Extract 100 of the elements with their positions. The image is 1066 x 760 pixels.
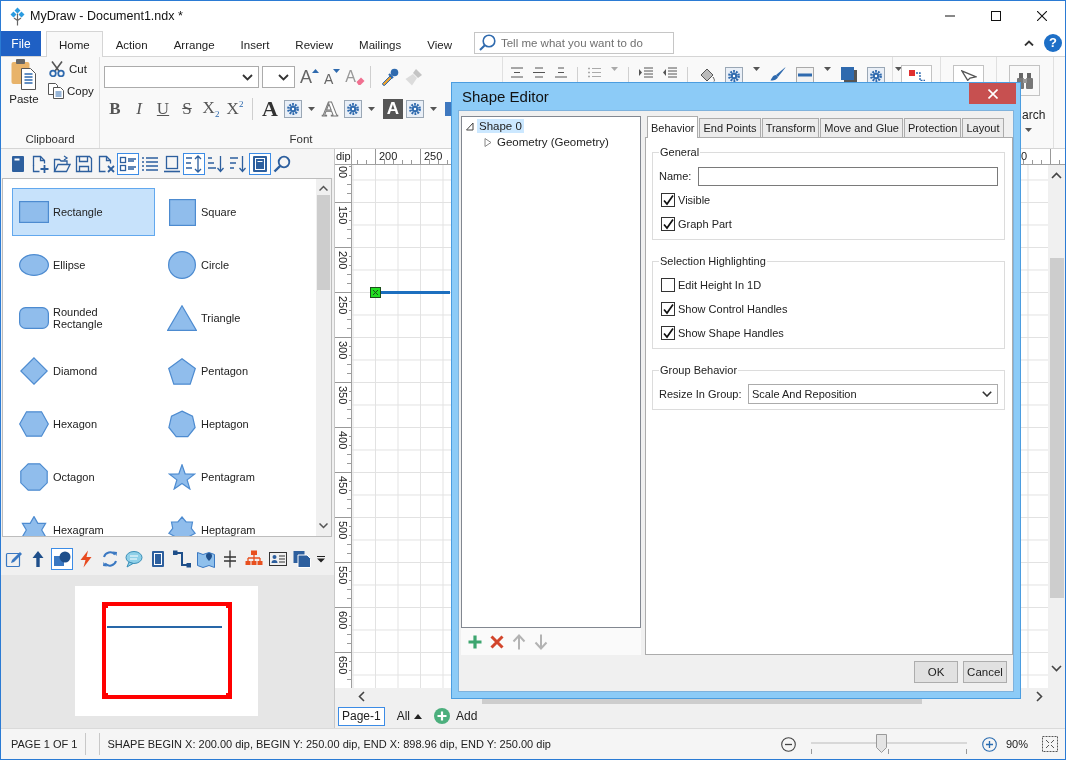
dialog-tab[interactable]: Layout: [962, 118, 1004, 137]
search-field[interactable]: Tell me what you want to do: [473, 32, 674, 54]
caret-icon[interactable]: [1025, 128, 1032, 132]
connector-button[interactable]: [171, 548, 193, 570]
close-icon[interactable]: [1037, 11, 1047, 21]
shape-item[interactable]: Square: [160, 188, 303, 236]
add-page-button[interactable]: Add: [434, 708, 478, 724]
checkbox[interactable]: [661, 302, 675, 316]
expanded-arrow-icon[interactable]: [466, 121, 474, 131]
tree-item[interactable]: Geometry (Geometry): [495, 135, 611, 149]
ribbon-tab[interactable]: Arrange: [160, 32, 228, 56]
gear-icon[interactable]: [284, 100, 302, 118]
grow-font-button[interactable]: A: [300, 66, 319, 88]
align-top-icon[interactable]: [511, 67, 523, 78]
sort-button[interactable]: [183, 152, 205, 175]
ribbon-tab[interactable]: Insert: [227, 32, 283, 56]
slider-thumb[interactable]: [875, 734, 887, 753]
align-bottom-icon[interactable]: [555, 67, 567, 78]
zoom-in-icon[interactable]: [981, 736, 997, 752]
align-middle-icon[interactable]: [533, 67, 545, 78]
dialog-tab[interactable]: Behavior: [647, 116, 699, 138]
tree-item[interactable]: Shape 0: [477, 119, 524, 133]
checkbox[interactable]: [661, 217, 675, 231]
text-color-button[interactable]: A: [259, 97, 281, 121]
bold-button[interactable]: B: [103, 97, 127, 121]
shape-item[interactable]: Heptagon: [160, 400, 303, 448]
scrollbar-thumb[interactable]: [317, 195, 330, 290]
grid-view-button[interactable]: [117, 152, 139, 175]
shape-item[interactable]: Pentagram: [160, 453, 303, 501]
caret-icon[interactable]: [824, 67, 831, 71]
name-field[interactable]: [698, 166, 998, 186]
scrollbar-thumb[interactable]: [1049, 258, 1064, 598]
dialog-button[interactable]: Cancel: [963, 661, 1007, 683]
caret-icon[interactable]: [753, 67, 760, 71]
dialog-tab[interactable]: Transform: [761, 118, 820, 137]
caret-icon[interactable]: [430, 107, 437, 111]
dropdown-caret-icon[interactable]: [317, 555, 325, 563]
copy-button[interactable]: Copy: [48, 82, 94, 99]
ribbon-tab[interactable]: Mailings: [346, 32, 415, 56]
shape-item[interactable]: Ellipse: [12, 241, 155, 289]
shape-item[interactable]: Diamond: [12, 347, 155, 395]
shape-item[interactable]: Rectangle: [12, 188, 155, 236]
shape-item[interactable]: Octagon: [12, 453, 155, 501]
library-button[interactable]: [249, 152, 271, 175]
underline-button[interactable]: U: [151, 97, 175, 121]
collapse-ribbon-icon[interactable]: [1024, 40, 1034, 46]
shrink-font-button[interactable]: A: [324, 66, 341, 88]
add-icon[interactable]: [468, 634, 482, 649]
strikethrough-button[interactable]: S: [175, 97, 199, 121]
ribbon-tab[interactable]: View: [414, 32, 465, 56]
brush-icon[interactable]: [770, 67, 786, 81]
ribbon-tab[interactable]: Review: [282, 32, 347, 56]
scroll-down-icon[interactable]: [319, 523, 328, 529]
fit-page-icon[interactable]: [1042, 736, 1058, 752]
shape-item[interactable]: Triangle: [160, 294, 303, 342]
shadow-icon[interactable]: [841, 67, 857, 83]
ribbon-tab[interactable]: Action: [102, 32, 161, 56]
selection-handle[interactable]: [370, 287, 381, 298]
shape-item[interactable]: Pentagon: [160, 347, 303, 395]
dialog-tab[interactable]: End Points: [699, 118, 761, 137]
dialog-tab[interactable]: Protection: [903, 118, 962, 137]
subscript-button[interactable]: X$_{2}$: [199, 97, 223, 121]
caret-icon[interactable]: [308, 107, 315, 111]
scrollbar-thumb[interactable]: [482, 699, 922, 704]
help-button[interactable]: ?: [1044, 34, 1062, 52]
speech-bubble-button[interactable]: [123, 548, 145, 570]
shapes-button[interactable]: [51, 548, 73, 570]
text-highlight-button[interactable]: A: [383, 99, 403, 119]
checkbox[interactable]: [661, 326, 675, 340]
font-size-select[interactable]: [262, 66, 295, 88]
checkbox[interactable]: [661, 193, 675, 207]
gear-icon[interactable]: [406, 100, 424, 118]
close-button[interactable]: [969, 83, 1016, 104]
page-tab[interactable]: Page-1: [338, 706, 385, 726]
ribbon-tab[interactable]: Home: [46, 31, 103, 57]
scroll-down-icon[interactable]: [1051, 665, 1062, 672]
pages-button[interactable]: [291, 548, 313, 570]
delete-icon[interactable]: [490, 634, 504, 649]
zoom-out-icon[interactable]: [780, 736, 796, 752]
paste-button[interactable]: Paste: [5, 58, 43, 105]
shape-item[interactable]: Heptagram: [160, 506, 303, 536]
italic-button[interactable]: I: [127, 97, 151, 121]
resize-select[interactable]: Scale And Reposition: [748, 384, 998, 404]
line-style-icon[interactable]: [796, 67, 814, 83]
file-tab[interactable]: File: [1, 31, 41, 56]
cut-button[interactable]: Cut: [48, 60, 94, 77]
shape-item[interactable]: Rounded Rectangle: [12, 294, 155, 342]
gear-icon[interactable]: [344, 100, 362, 118]
superscript-button[interactable]: X$^{2}$: [223, 97, 247, 121]
eyedropper-icon[interactable]: [381, 68, 400, 86]
maximize-icon[interactable]: [991, 11, 1001, 21]
scroll-up-icon[interactable]: [1051, 172, 1062, 179]
dialog-tab[interactable]: Move and Glue: [820, 118, 903, 137]
scroll-left-icon[interactable]: [358, 690, 365, 702]
caret-icon[interactable]: [895, 67, 902, 71]
outdent-icon[interactable]: [663, 67, 677, 78]
checkbox[interactable]: [661, 278, 675, 292]
paint-bucket-icon[interactable]: [698, 67, 715, 83]
collapsed-arrow-icon[interactable]: [484, 137, 492, 147]
shape-item[interactable]: Circle: [160, 241, 303, 289]
